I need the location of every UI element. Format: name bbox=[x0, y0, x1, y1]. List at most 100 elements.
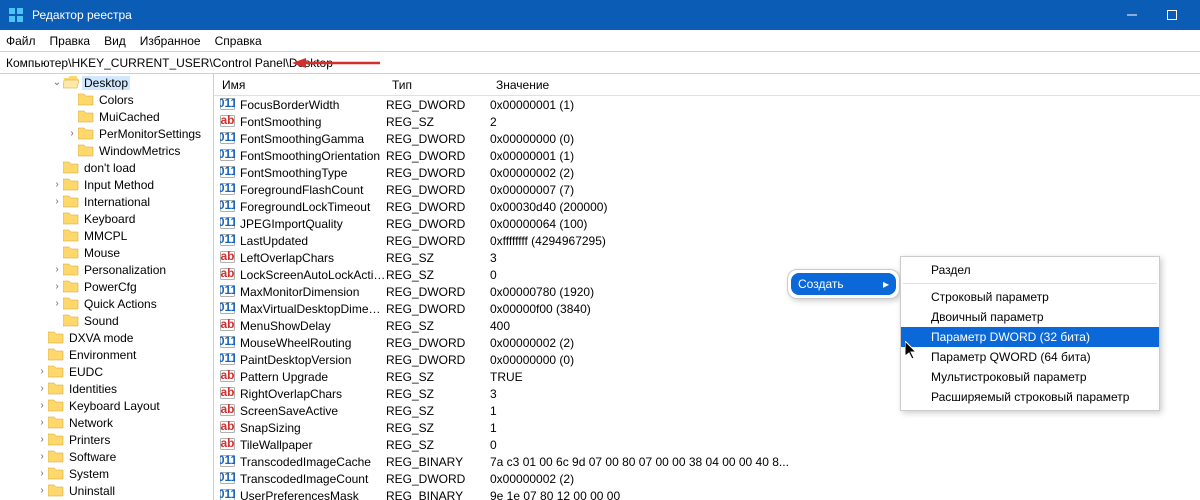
menu-edit[interactable]: Правка bbox=[50, 34, 91, 48]
context-item[interactable]: Расширяемый строковый параметр bbox=[901, 387, 1159, 407]
value-row[interactable]: 011FontSmoothingOrientationREG_DWORD0x00… bbox=[214, 147, 1200, 164]
tree-item[interactable]: Environment bbox=[0, 346, 213, 363]
minimize-button[interactable] bbox=[1112, 0, 1152, 30]
svg-text:011: 011 bbox=[220, 351, 235, 365]
value-row[interactable]: 011ForegroundLockTimeoutREG_DWORD0x00030… bbox=[214, 198, 1200, 215]
value-row[interactable]: 011TranscodedImageCountREG_DWORD0x000000… bbox=[214, 470, 1200, 487]
tree-item[interactable]: ›Personalization bbox=[0, 261, 213, 278]
tree-item-label: Colors bbox=[97, 93, 136, 107]
chevron-right-icon[interactable]: › bbox=[36, 383, 48, 394]
col-header-type[interactable]: Тип bbox=[384, 78, 488, 92]
value-type: REG_SZ bbox=[386, 319, 490, 333]
value-data: 0xffffffff (4294967295) bbox=[490, 234, 1200, 248]
tree-item[interactable]: ›Printers bbox=[0, 431, 213, 448]
value-row[interactable]: 011TranscodedImageCacheREG_BINARY7a c3 0… bbox=[214, 453, 1200, 470]
tree-item[interactable]: Mouse bbox=[0, 244, 213, 261]
chevron-right-icon[interactable]: › bbox=[51, 281, 63, 292]
context-item[interactable]: Мультистроковый параметр bbox=[901, 367, 1159, 387]
value-row[interactable]: 011ForegroundFlashCountREG_DWORD0x000000… bbox=[214, 181, 1200, 198]
folder-icon bbox=[78, 144, 94, 157]
tree-item[interactable]: Sound bbox=[0, 312, 213, 329]
reg-string-icon: ab bbox=[220, 249, 236, 267]
chevron-right-icon[interactable]: › bbox=[66, 128, 78, 139]
value-type: REG_DWORD bbox=[386, 285, 490, 299]
context-item[interactable]: Двоичный параметр bbox=[901, 307, 1159, 327]
context-item[interactable]: Параметр QWORD (64 бита) bbox=[901, 347, 1159, 367]
tree-item[interactable]: WindowMetrics bbox=[0, 142, 213, 159]
tree-item-label: Uninstall bbox=[67, 484, 117, 498]
menu-help[interactable]: Справка bbox=[215, 34, 262, 48]
address-path[interactable]: Компьютер\HKEY_CURRENT_USER\Control Pane… bbox=[6, 56, 333, 70]
chevron-right-icon[interactable]: › bbox=[36, 366, 48, 377]
tree-item[interactable]: ›Identities bbox=[0, 380, 213, 397]
tree-item-label: Keyboard Layout bbox=[67, 399, 162, 413]
value-data: 2 bbox=[490, 115, 1200, 129]
context-item[interactable]: Раздел bbox=[901, 260, 1159, 280]
tree-item[interactable]: ⌄Desktop bbox=[0, 74, 213, 91]
value-data: 0x00000002 (2) bbox=[490, 472, 1200, 486]
chevron-right-icon[interactable]: › bbox=[36, 400, 48, 411]
tree-item[interactable]: ›Network bbox=[0, 414, 213, 431]
tree-item[interactable]: Keyboard bbox=[0, 210, 213, 227]
col-header-data[interactable]: Значение bbox=[488, 78, 1200, 92]
chevron-right-icon[interactable]: › bbox=[51, 196, 63, 207]
tree-item[interactable]: ›Input Method bbox=[0, 176, 213, 193]
tree-item[interactable]: ›Software bbox=[0, 448, 213, 465]
value-row[interactable]: 011FocusBorderWidthREG_DWORD0x00000001 (… bbox=[214, 96, 1200, 113]
tree-item[interactable]: ›PowerCfg bbox=[0, 278, 213, 295]
menu-favorites[interactable]: Избранное bbox=[140, 34, 201, 48]
value-type: REG_SZ bbox=[386, 404, 490, 418]
tree-item[interactable]: ›PerMonitorSettings bbox=[0, 125, 213, 142]
chevron-right-icon[interactable]: › bbox=[36, 451, 48, 462]
chevron-right-icon[interactable]: › bbox=[36, 485, 48, 496]
value-row[interactable]: 011JPEGImportQualityREG_DWORD0x00000064 … bbox=[214, 215, 1200, 232]
chevron-right-icon[interactable]: › bbox=[36, 468, 48, 479]
registry-tree[interactable]: ⌄Desktop ColorsMuiCached›PerMonitorSettin… bbox=[0, 74, 214, 500]
maximize-button[interactable] bbox=[1152, 0, 1192, 30]
value-name: SnapSizing bbox=[240, 421, 386, 435]
context-item-new[interactable]: Создать ▸ bbox=[791, 273, 896, 295]
value-row[interactable]: 011FontSmoothingGammaREG_DWORD0x00000000… bbox=[214, 130, 1200, 147]
menu-file[interactable]: Файл bbox=[6, 34, 36, 48]
tree-item[interactable]: Colors bbox=[0, 91, 213, 108]
context-item[interactable]: Строковый параметр bbox=[901, 287, 1159, 307]
tree-item[interactable]: MMCPL bbox=[0, 227, 213, 244]
reg-binary-icon: 011 bbox=[220, 130, 236, 148]
chevron-right-icon[interactable]: › bbox=[51, 179, 63, 190]
chevron-right-icon[interactable]: › bbox=[36, 417, 48, 428]
tree-item[interactable]: › Uninstall bbox=[0, 482, 213, 499]
folder-icon bbox=[63, 314, 79, 327]
tree-item[interactable]: don't load bbox=[0, 159, 213, 176]
tree-item[interactable]: ›Quick Actions bbox=[0, 295, 213, 312]
tree-item[interactable]: › Keyboard Layout bbox=[0, 397, 213, 414]
col-header-name[interactable]: Имя bbox=[214, 78, 384, 92]
chevron-right-icon[interactable]: › bbox=[36, 434, 48, 445]
folder-icon bbox=[63, 76, 79, 89]
value-row[interactable]: abTileWallpaperREG_SZ0 bbox=[214, 436, 1200, 453]
tree-item[interactable]: ›International bbox=[0, 193, 213, 210]
context-item[interactable]: Параметр DWORD (32 бита) bbox=[901, 327, 1159, 347]
tree-item[interactable]: MuiCached bbox=[0, 108, 213, 125]
menu-view[interactable]: Вид bbox=[104, 34, 126, 48]
reg-binary-icon: 011 bbox=[220, 334, 236, 352]
svg-text:ab: ab bbox=[220, 419, 234, 433]
addressbar[interactable]: Компьютер\HKEY_CURRENT_USER\Control Pane… bbox=[0, 52, 1200, 74]
folder-icon bbox=[63, 195, 79, 208]
tree-item[interactable]: ›EUDC bbox=[0, 363, 213, 380]
chevron-right-icon[interactable]: › bbox=[51, 264, 63, 275]
value-name: PaintDesktopVersion bbox=[240, 353, 386, 367]
value-row[interactable]: 011UserPreferencesMaskREG_BINARY9e 1e 07… bbox=[214, 487, 1200, 500]
svg-text:ab: ab bbox=[220, 317, 234, 331]
value-row[interactable]: 011FontSmoothingTypeREG_DWORD0x00000002 … bbox=[214, 164, 1200, 181]
folder-icon bbox=[48, 399, 64, 412]
chevron-down-icon[interactable]: ⌄ bbox=[51, 77, 63, 88]
value-row[interactable]: 011LastUpdatedREG_DWORD0xffffffff (42949… bbox=[214, 232, 1200, 249]
chevron-right-icon[interactable]: › bbox=[51, 298, 63, 309]
tree-item[interactable]: DXVA mode bbox=[0, 329, 213, 346]
svg-text:ab: ab bbox=[220, 385, 234, 399]
value-row[interactable]: abFontSmoothingREG_SZ2 bbox=[214, 113, 1200, 130]
svg-text:ab: ab bbox=[220, 368, 234, 382]
tree-item[interactable]: ›System bbox=[0, 465, 213, 482]
svg-text:011: 011 bbox=[220, 487, 235, 500]
value-row[interactable]: abSnapSizingREG_SZ1 bbox=[214, 419, 1200, 436]
